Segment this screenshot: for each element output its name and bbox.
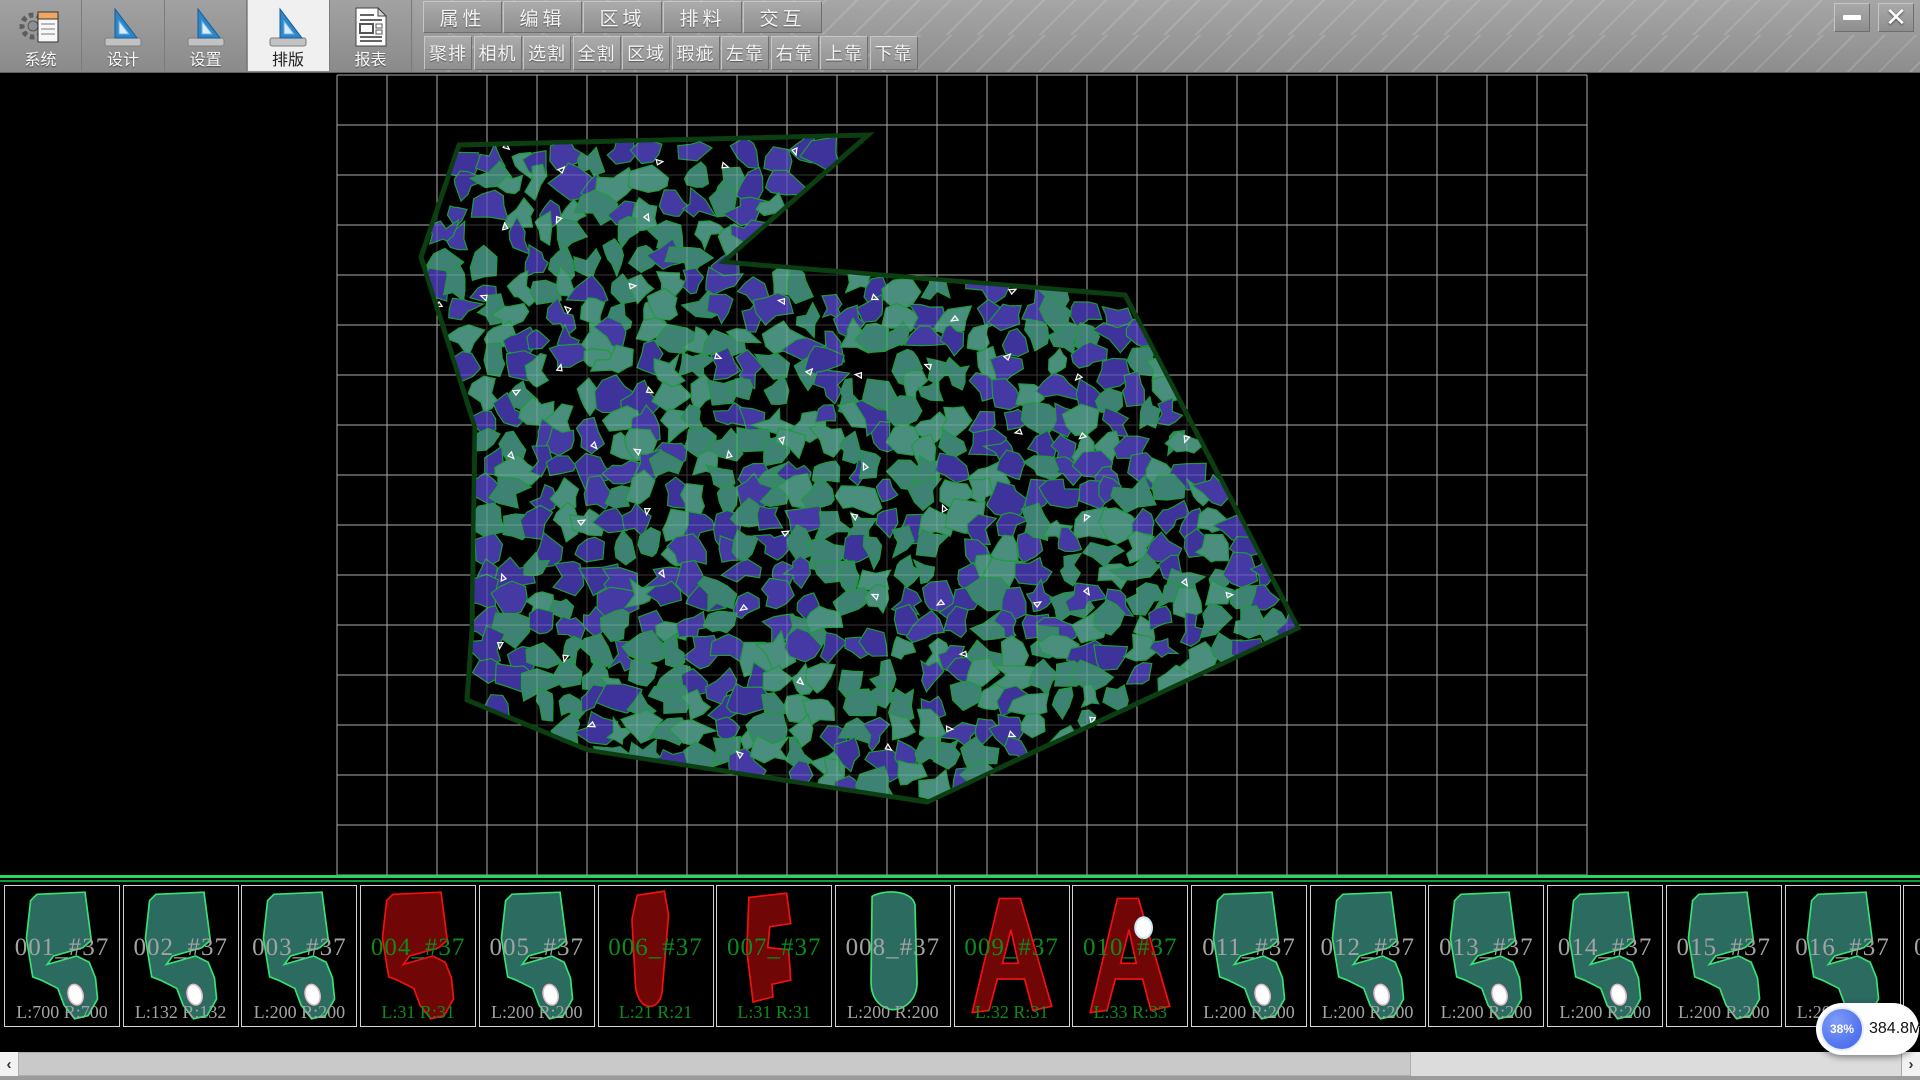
menu-row1-item-2[interactable]: 区域 — [583, 1, 662, 33]
piece-lr-count: L:200 R:200 — [242, 1002, 356, 1023]
thumbnail-cell-014_#37[interactable]: 014_#37 L:200 R:200 — [1547, 885, 1663, 1027]
window-buttons: ✕ — [1834, 3, 1914, 33]
piece-id: 006_#37 — [599, 934, 713, 962]
piece-id: 003_#37 — [242, 934, 356, 962]
menu-row2-item-3[interactable]: 全割 — [573, 36, 621, 70]
strip-top-line-2 — [0, 880, 1920, 882]
nav-item-label: 系统 — [24, 51, 56, 70]
piece-id: 016_#37 — [1786, 934, 1900, 962]
menu-row-2: 聚排相机选割全割区域瑕疵左靠右靠上靠下靠 — [424, 35, 1920, 72]
menu-row2-item-8[interactable]: 上靠 — [820, 36, 868, 70]
bottom-filler — [0, 1076, 1920, 1080]
thumbnail-cell-002_#37[interactable]: 002_#37 L:132 R:132 — [123, 885, 239, 1027]
app-window: 属性编辑区域排料交互 聚排相机选割全割区域瑕疵左靠右靠上靠下靠 系统设计设置排版… — [0, 0, 1920, 1080]
menu-row1-item-3[interactable]: 排料 — [663, 1, 742, 33]
set-square-icon — [100, 5, 146, 51]
nav-item-label: 设置 — [189, 51, 221, 70]
thumbnail-cell-013_#37[interactable]: 013_#37 L:200 R:200 — [1428, 885, 1544, 1027]
piece-id: 005_#37 — [480, 934, 594, 962]
piece-id: 010_#37 — [1073, 934, 1187, 962]
toolbar: 属性编辑区域排料交互 聚排相机选割全割区域瑕疵左靠右靠上靠下靠 系统设计设置排版… — [0, 0, 1920, 73]
strip-top-line — [0, 875, 1920, 878]
piece-lr-count: L:200 R:200 — [1192, 1002, 1306, 1023]
thumbnail-cell-009_#37[interactable]: 009_#37 L:32 R:31 — [954, 885, 1070, 1027]
set-square-icon — [183, 5, 229, 51]
piece-id: 011_#37 — [1192, 934, 1306, 962]
scroll-left-button[interactable]: ‹ — [0, 1052, 19, 1076]
menu-row2-item-5[interactable]: 瑕疵 — [672, 36, 720, 70]
scrollbar-thumb[interactable] — [18, 1052, 1411, 1076]
thumbnail-cell-003_#37[interactable]: 003_#37 L:200 R:200 — [241, 885, 357, 1027]
piece-id: 014_#37 — [1548, 934, 1662, 962]
gear-notebook-icon — [18, 5, 64, 51]
minimize-button[interactable] — [1834, 3, 1870, 32]
thumbnail-row: 001_#37L:700 R:700002_#37L:132 R:132003_… — [0, 885, 1920, 1030]
thumbnail-cell-012_#37[interactable]: 012_#37 L:200 R:200 — [1310, 885, 1426, 1027]
nav-item-2[interactable]: 设置 — [165, 0, 247, 71]
piece-id: 015_#37 — [1667, 934, 1781, 962]
piece-lr-count: L:132 R:132 — [124, 1002, 238, 1023]
thumbnail-cell-015_#37[interactable]: 015_#37 L:200 R:200 — [1666, 885, 1782, 1027]
piece-lr-count: L:200 R:200 — [1429, 1002, 1543, 1023]
menu-row2-item-4[interactable]: 区域 — [622, 36, 670, 70]
menu-row2-item-7[interactable]: 右靠 — [771, 36, 819, 70]
menu-row1-item-1[interactable]: 编辑 — [503, 1, 582, 33]
menu-row2-item-6[interactable]: 左靠 — [721, 36, 769, 70]
nav-item-label: 设计 — [107, 51, 139, 70]
menu-row2-item-0[interactable]: 聚排 — [424, 36, 472, 70]
progress-percent: 38% — [1820, 1007, 1864, 1051]
piece-id: 012_#37 — [1311, 934, 1425, 962]
thumbnail-cell-007_#37[interactable]: 007_#37 L:31 R:31 — [716, 885, 832, 1027]
piece-id: 017_#37 — [1904, 934, 1920, 962]
piece-lr-count: L:200 R:200 — [836, 1002, 950, 1023]
nav-icon-bar: 系统 设计 设置 排版 报表 — [0, 0, 414, 72]
piece-lr-count: L:200 R:200 — [1548, 1002, 1662, 1023]
report-doc-icon — [348, 5, 394, 51]
thumbnail-cell-001_#37[interactable]: 001_#37 L:700 R:700 — [4, 885, 120, 1027]
piece-lr-count: L:200 R:200 — [1311, 1002, 1425, 1023]
menu-row2-item-9[interactable]: 下靠 — [870, 36, 918, 70]
menu-row2-item-2[interactable]: 选割 — [523, 36, 571, 70]
menu-row1-item-4[interactable]: 交互 — [743, 1, 822, 33]
piece-lr-count: L:21 R:21 — [599, 1002, 713, 1023]
piece-lr-count: L:32 R:31 — [955, 1002, 1069, 1023]
piece-lr-count: L:31 R:31 — [361, 1002, 475, 1023]
nav-item-1[interactable]: 设计 — [83, 0, 165, 71]
piece-id: 002_#37 — [124, 934, 238, 962]
thumbnail-cell-006_#37[interactable]: 006_#37 L:21 R:21 — [598, 885, 714, 1027]
piece-id: 009_#37 — [955, 934, 1069, 962]
thumbnail-cell-011_#37[interactable]: 011_#37 L:200 R:200 — [1191, 885, 1307, 1027]
piece-lr-count: L:31 R:31 — [717, 1002, 831, 1023]
nav-item-label: 报表 — [354, 51, 386, 70]
memory-usage: 384.8M — [1869, 1003, 1920, 1055]
piece-lr-count: L:700 R:700 — [5, 1002, 119, 1023]
progress-badge[interactable]: 38% 384.8M — [1816, 1003, 1919, 1055]
close-button[interactable]: ✕ — [1878, 3, 1914, 32]
piece-lr-count: L:200 R:200 — [480, 1002, 594, 1023]
menu-row1-item-0[interactable]: 属性 — [423, 1, 502, 33]
nav-item-0[interactable]: 系统 — [0, 0, 82, 71]
nav-item-label: 排版 — [272, 51, 304, 70]
piece-lr-count: L:200 R:200 — [1667, 1002, 1781, 1023]
nav-item-4[interactable]: 报表 — [330, 0, 412, 71]
scroll-right-button[interactable]: › — [1901, 1052, 1920, 1076]
piece-id: 001_#37 — [5, 934, 119, 962]
thumbnail-cell-008_#37[interactable]: 008_#37 L:200 R:200 — [835, 885, 951, 1027]
menu-row-1: 属性编辑区域排料交互 — [423, 0, 1836, 35]
nav-item-3[interactable]: 排版 — [248, 0, 330, 71]
menu-row2-item-1[interactable]: 相机 — [474, 36, 522, 70]
piece-id: 013_#37 — [1429, 934, 1543, 962]
thumbnail-cell-004_#37[interactable]: 004_#37 L:31 R:31 — [360, 885, 476, 1027]
thumbnail-cell-010_#37[interactable]: 010_#37 L:33 R:33 — [1072, 885, 1188, 1027]
piece-strip: 001_#37L:700 R:700002_#37L:132 R:132003_… — [0, 875, 1920, 1052]
thumbnail-cell-005_#37[interactable]: 005_#37 L:200 R:200 — [479, 885, 595, 1027]
piece-id: 004_#37 — [361, 934, 475, 962]
piece-lr-count: L:33 R:33 — [1073, 1002, 1187, 1023]
piece-id: 007_#37 — [717, 934, 831, 962]
horizontal-scrollbar[interactable]: ‹ › — [0, 1052, 1920, 1076]
piece-id: 008_#37 — [836, 934, 950, 962]
minimize-icon — [1843, 15, 1861, 20]
set-square-icon — [265, 5, 311, 51]
